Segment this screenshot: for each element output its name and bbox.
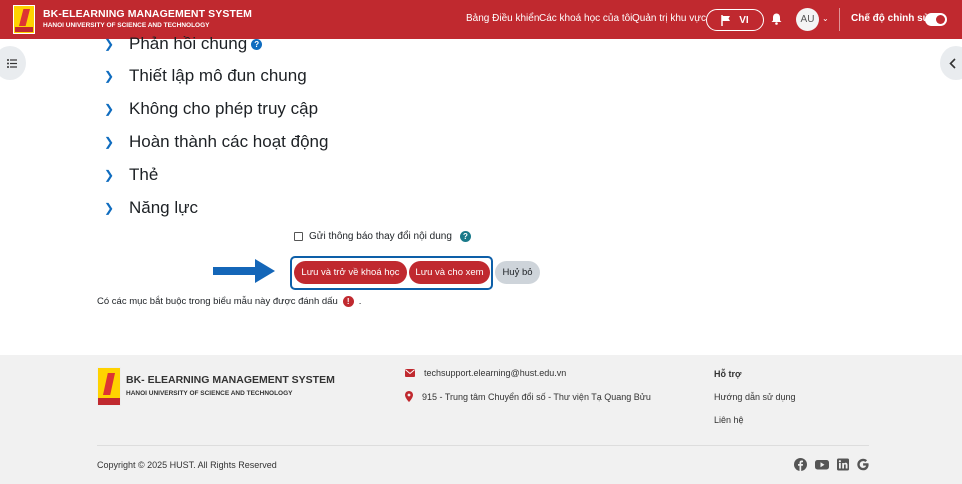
chevron-right-icon: ❯ bbox=[104, 37, 115, 51]
envelope-icon bbox=[405, 369, 415, 377]
nav-dashboard[interactable]: Bảng Điều khiển bbox=[466, 13, 539, 24]
cancel-button[interactable]: Huỷ bỏ bbox=[495, 261, 540, 284]
chevron-right-icon: ❯ bbox=[104, 102, 115, 116]
edit-mode-label: Chế độ chỉnh sửa bbox=[851, 13, 936, 24]
block-drawer-toggle[interactable] bbox=[940, 46, 962, 80]
email-text[interactable]: techsupport.elearning@hust.edu.vn bbox=[424, 368, 566, 378]
section-activity-completion[interactable]: ❯ Hoàn thành các hoạt động bbox=[104, 132, 328, 152]
divider bbox=[839, 8, 840, 31]
notify-label: Gửi thông báo thay đổi nội dung bbox=[309, 231, 452, 242]
google-icon[interactable] bbox=[857, 458, 869, 471]
facebook-icon[interactable] bbox=[794, 458, 807, 471]
chevron-down-icon[interactable]: ⌄ bbox=[822, 14, 829, 23]
brand-subtitle: HANOI UNIVERSITY OF SCIENCE AND TECHNOLO… bbox=[43, 22, 210, 29]
section-title: Phản hồi chung bbox=[129, 34, 248, 53]
flag-icon bbox=[721, 14, 731, 26]
brand-title: BK-ELEARNING MANAGEMENT SYSTEM bbox=[43, 8, 252, 20]
footer-brand-title: BK- ELEARNING MANAGEMENT SYSTEM bbox=[126, 374, 335, 386]
user-guide-link[interactable]: Hướng dẫn sử dụng bbox=[714, 392, 796, 402]
section-restrict-access[interactable]: ❯ Không cho phép truy cập bbox=[104, 99, 318, 119]
copyright: Copyright © 2025 HUST. All Rights Reserv… bbox=[97, 460, 277, 470]
support-heading: Hỗ trợ bbox=[714, 369, 742, 379]
required-note-end: . bbox=[358, 296, 362, 307]
save-and-display-button[interactable]: Lưu và cho xem bbox=[409, 261, 490, 284]
language-label: VI bbox=[739, 14, 749, 26]
help-icon[interactable]: ? bbox=[459, 231, 471, 242]
list-icon bbox=[7, 58, 17, 68]
footer-brand-subtitle: HANOI UNIVERSITY OF SCIENCE AND TECHNOLO… bbox=[126, 390, 293, 397]
map-marker-icon bbox=[405, 391, 413, 402]
notify-checkbox[interactable] bbox=[294, 232, 303, 241]
notify-content-change: Gửi thông báo thay đổi nội dung ? bbox=[294, 231, 471, 242]
section-title: Thiết lập mô đun chung bbox=[129, 66, 307, 85]
contact-link[interactable]: Liên hệ bbox=[714, 415, 744, 425]
section-common-module-settings[interactable]: ❯ Thiết lập mô đun chung bbox=[104, 66, 307, 86]
save-and-return-button[interactable]: Lưu và trở về khoá học bbox=[294, 261, 407, 284]
chevron-left-icon bbox=[949, 57, 956, 69]
footer-address: 915 - Trung tâm Chuyển đổi số - Thư viện… bbox=[405, 391, 651, 402]
required-note-text: Có các mục bắt buộc trong biểu mẫu này đ… bbox=[97, 296, 338, 307]
course-index-toggle[interactable] bbox=[0, 46, 26, 80]
nav-site-admin[interactable]: Quản trị khu vực bbox=[632, 13, 706, 24]
section-title: Thẻ bbox=[129, 165, 159, 184]
section-feedback[interactable]: ❯ Phản hồi chung ? bbox=[104, 34, 263, 54]
edit-mode-toggle[interactable] bbox=[925, 13, 947, 26]
help-icon[interactable]: ? bbox=[251, 38, 263, 50]
required-fields-note: Có các mục bắt buộc trong biểu mẫu này đ… bbox=[97, 296, 361, 307]
language-button[interactable]: VI bbox=[706, 9, 764, 31]
footer-brand: BK- ELEARNING MANAGEMENT SYSTEM HANOI UN… bbox=[126, 374, 335, 397]
bell-icon[interactable] bbox=[771, 13, 782, 25]
footer-logo bbox=[97, 367, 121, 406]
footer-email: techsupport.elearning@hust.edu.vn bbox=[405, 368, 566, 378]
section-title: Không cho phép truy cập bbox=[129, 99, 319, 118]
arrow-right-icon bbox=[213, 259, 275, 283]
chevron-right-icon: ❯ bbox=[104, 168, 115, 182]
chevron-right-icon: ❯ bbox=[104, 135, 115, 149]
chevron-right-icon: ❯ bbox=[104, 69, 115, 83]
section-tags[interactable]: ❯ Thẻ bbox=[104, 165, 158, 185]
youtube-icon[interactable] bbox=[815, 458, 829, 471]
avatar[interactable]: AU bbox=[796, 8, 819, 31]
required-icon: ! bbox=[342, 296, 354, 307]
section-title: Hoàn thành các hoạt động bbox=[129, 132, 329, 151]
linkedin-icon[interactable] bbox=[837, 458, 849, 471]
nav-my-courses[interactable]: Các khoá học của tôi bbox=[539, 13, 632, 24]
address-text: 915 - Trung tâm Chuyển đổi số - Thư viện… bbox=[422, 391, 651, 402]
section-title: Năng lực bbox=[129, 198, 199, 217]
chevron-right-icon: ❯ bbox=[104, 201, 115, 215]
footer-divider bbox=[97, 445, 869, 446]
brand[interactable]: BK-ELEARNING MANAGEMENT SYSTEM HANOI UNI… bbox=[43, 8, 252, 29]
hust-logo[interactable] bbox=[13, 5, 35, 34]
section-competencies[interactable]: ❯ Năng lực bbox=[104, 198, 198, 218]
